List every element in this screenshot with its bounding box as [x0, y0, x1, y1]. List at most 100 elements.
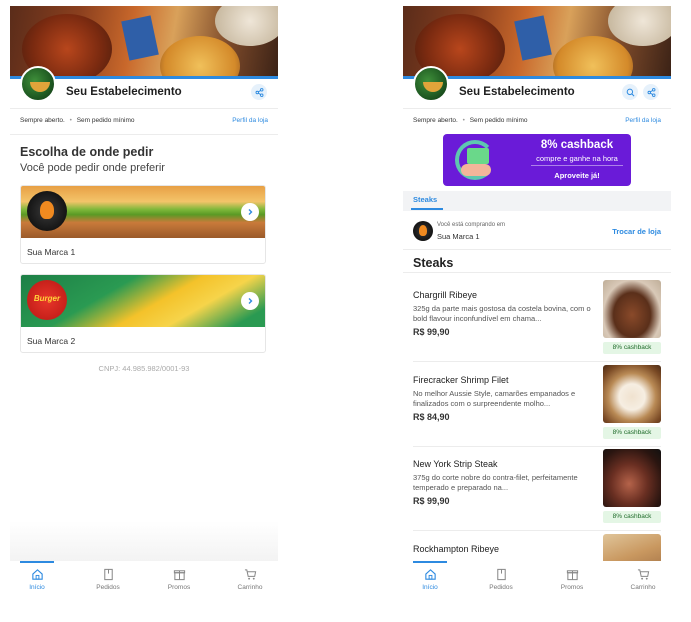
chevron-right-icon: [248, 298, 253, 304]
store-profile-link[interactable]: Perfil da loja: [232, 117, 268, 124]
gift-icon: [566, 570, 578, 581]
cashback-badge: 8% cashback: [603, 511, 661, 523]
brand-card[interactable]: Sua Marca 1: [20, 185, 266, 264]
flame-icon: [419, 225, 427, 236]
current-brand-logo: [413, 221, 433, 241]
product-image: [603, 449, 661, 507]
section-divider: [403, 249, 671, 250]
category-tabbar: Steaks: [403, 191, 671, 211]
switch-store-link[interactable]: Trocar de loja: [612, 227, 661, 236]
nav-item-inicio[interactable]: Início: [12, 568, 62, 591]
product-item[interactable]: Chargrill Ribeye 325g da parte mais gost…: [403, 278, 671, 362]
cashback-badge: 8% cashback: [603, 427, 661, 439]
buying-from-name: Sua Marca 1: [437, 232, 480, 241]
nav-label: Carrinho: [630, 584, 656, 591]
orders-icon: [103, 568, 113, 581]
nav-label: Promos: [167, 584, 191, 591]
brand-logo: [27, 191, 67, 231]
nav-item-promos[interactable]: Promos: [154, 568, 204, 591]
nav-active-indicator: [413, 561, 447, 563]
orders-icon: [496, 568, 506, 581]
share-button[interactable]: [643, 84, 659, 100]
cnpj-text: CNPJ: 44.985.982/0001-93: [98, 364, 190, 373]
product-name: Rockhampton Ribeye: [413, 544, 500, 554]
tab-active-indicator: [411, 208, 443, 210]
share-button[interactable]: [251, 84, 267, 100]
product-item[interactable]: New York Strip Steak 375g do corte nobre…: [403, 447, 671, 531]
header-divider: [10, 108, 278, 109]
header-divider: [403, 108, 671, 109]
brand-name: Sua Marca 1: [27, 247, 76, 257]
product-name: Firecracker Shrimp Filet: [413, 375, 509, 385]
product-description: 375g do corte nobre do contra-filet, per…: [413, 473, 578, 492]
store-min-order: Sem pedido mínimo: [469, 117, 528, 124]
product-item[interactable]: Firecracker Shrimp Filet No melhor Aussi…: [403, 363, 671, 447]
product-divider: [413, 530, 661, 531]
search-icon: [626, 88, 634, 96]
product-name: Chargrill Ribeye: [413, 290, 478, 300]
nav-item-promos[interactable]: Promos: [547, 568, 597, 591]
meta-dot: •: [69, 117, 72, 124]
store-hours: Sempre aberto.: [413, 117, 458, 124]
store-banner-image: [10, 6, 278, 78]
nav-label: Início: [422, 584, 438, 591]
product-price: R$ 84,90: [413, 412, 450, 422]
chevron-right-icon: [248, 209, 253, 215]
home-icon: [424, 569, 436, 580]
nav-item-carrinho[interactable]: Carrinho: [225, 568, 275, 591]
tab-steaks[interactable]: Steaks: [413, 195, 437, 204]
cashback-promo-banner[interactable]: 8% cashback compre e ganhe na hora Aprov…: [443, 134, 631, 186]
cashback-illustration-icon: [455, 140, 499, 180]
nav-label: Pedidos: [489, 584, 513, 591]
nav-fade: [10, 521, 278, 561]
nav-active-indicator: [20, 561, 54, 563]
product-divider: [413, 361, 661, 362]
search-button[interactable]: [622, 84, 638, 100]
product-description: No melhor Aussie Style, camarões empanad…: [413, 389, 576, 408]
flame-icon: [40, 201, 54, 219]
nav-item-carrinho[interactable]: Carrinho: [618, 568, 668, 591]
buying-from-label: Você está comprando em: [437, 222, 506, 228]
store-name: Seu Estabelecimento: [66, 86, 182, 98]
brand-card[interactable]: Burger Sua Marca 2: [20, 274, 266, 353]
product-price: R$ 99,90: [413, 496, 450, 506]
nav-label: Início: [29, 584, 45, 591]
open-brand-button[interactable]: [241, 292, 259, 310]
promo-title: 8% cashback: [540, 139, 614, 151]
store-logo: [20, 66, 56, 102]
nav-label: Carrinho: [237, 584, 263, 591]
bottom-nav: Início Pedidos Promos Carrinho: [403, 561, 671, 602]
product-price: R$ 99,90: [413, 327, 450, 337]
home-screen: Seu Estabelecimento Sempre aberto. • Sem…: [10, 6, 278, 602]
store-name: Seu Estabelecimento: [459, 86, 575, 98]
bottom-nav: Início Pedidos Promos Carrinho: [10, 561, 278, 602]
meta-dot: •: [462, 117, 465, 124]
store-hours: Sempre aberto.: [20, 117, 65, 124]
section-divider: [403, 272, 671, 273]
promo-separator: [531, 165, 623, 166]
store-profile-link[interactable]: Perfil da loja: [625, 117, 661, 124]
open-brand-button[interactable]: [241, 203, 259, 221]
section-title: Steaks: [413, 256, 454, 270]
store-min-order: Sem pedido mínimo: [76, 117, 135, 124]
brand-name: Sua Marca 2: [27, 336, 76, 346]
nav-item-inicio[interactable]: Início: [405, 568, 455, 591]
nav-label: Pedidos: [96, 584, 120, 591]
nav-label: Promos: [560, 584, 584, 591]
promo-subtitle: compre e ganhe na hora: [536, 154, 618, 163]
promo-cta[interactable]: Aproveite já!: [523, 171, 631, 180]
page-subtitle: Você pode pedir onde preferir: [20, 162, 165, 174]
page-title: Escolha de onde pedir: [20, 145, 154, 159]
nav-item-pedidos[interactable]: Pedidos: [83, 568, 133, 591]
meta-divider: [10, 134, 278, 135]
cart-icon: [244, 569, 256, 580]
nav-item-pedidos[interactable]: Pedidos: [476, 568, 526, 591]
product-description: 325g da parte mais gostosa da costela bo…: [413, 304, 591, 323]
product-image: [603, 280, 661, 338]
brand-logo-text: Burger: [33, 294, 61, 303]
share-icon: [255, 87, 263, 97]
store-logo: [413, 66, 449, 102]
product-name: New York Strip Steak: [413, 459, 498, 469]
store-meta: Sempre aberto. • Sem pedido mínimo: [413, 117, 528, 124]
home-icon: [31, 569, 43, 580]
